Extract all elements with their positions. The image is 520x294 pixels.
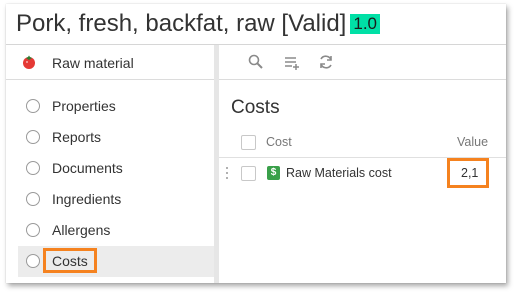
radio-icon xyxy=(26,130,40,144)
section-title: Costs xyxy=(231,97,280,118)
column-header-cost[interactable]: Cost xyxy=(266,135,292,149)
radio-icon xyxy=(26,254,40,268)
column-header-value[interactable]: Value xyxy=(457,135,488,149)
app-window: Pork, fresh, backfat, raw [Valid] 1.0 Raw… xyxy=(6,4,506,283)
add-list-icon[interactable] xyxy=(283,53,301,71)
sidebar-item-label: Ingredients xyxy=(52,191,122,207)
search-icon[interactable] xyxy=(247,53,265,71)
sidebar-item-label: Reports xyxy=(52,129,102,145)
title-bar: Pork, fresh, backfat, raw [Valid] 1.0 xyxy=(6,4,506,45)
sidebar-item-documents[interactable]: Documents xyxy=(18,153,214,184)
row-checkbox[interactable] xyxy=(241,166,256,181)
table-header: Cost Value xyxy=(219,129,506,158)
main-panel: Costs Cost Value $ Raw Materials cost 2,… xyxy=(219,45,506,283)
refresh-icon[interactable] xyxy=(317,53,335,71)
cost-value: 2,1 xyxy=(461,166,479,180)
sidebar-item-label: Allergens xyxy=(52,222,111,238)
sidebar-header-label: Raw material xyxy=(52,55,134,71)
tomato-icon xyxy=(23,55,35,69)
sidebar-item-costs[interactable]: Costs xyxy=(18,246,214,277)
radio-icon xyxy=(26,192,40,206)
radio-icon xyxy=(26,161,40,175)
sidebar: Raw material Properties Reports Document… xyxy=(6,45,214,283)
sidebar-item-label: Properties xyxy=(52,98,116,114)
cost-name: Raw Materials cost xyxy=(286,166,392,180)
sidebar-item-reports[interactable]: Reports xyxy=(18,122,214,153)
table-row[interactable]: $ Raw Materials cost 2,1 xyxy=(219,158,506,188)
radio-icon xyxy=(26,223,40,237)
toolbar xyxy=(219,45,506,80)
drag-handle-icon[interactable] xyxy=(225,166,229,180)
sidebar-item-ingredients[interactable]: Ingredients xyxy=(18,184,214,215)
sidebar-item-label: Documents xyxy=(52,160,123,176)
sidebar-item-label: Costs xyxy=(52,253,88,269)
sidebar-header: Raw material xyxy=(6,45,214,80)
radio-icon xyxy=(26,99,40,113)
page-title: Pork, fresh, backfat, raw [Valid] 1.0 xyxy=(16,10,380,38)
select-all-checkbox[interactable] xyxy=(241,135,256,150)
cost-value-cell[interactable]: 2,1 xyxy=(447,158,489,188)
title-text: Pork, fresh, backfat, raw [Valid] xyxy=(16,10,347,37)
version-badge: 1.0 xyxy=(350,14,380,34)
sidebar-item-allergens[interactable]: Allergens xyxy=(18,215,214,246)
sidebar-item-properties[interactable]: Properties xyxy=(18,91,214,122)
dollar-icon: $ xyxy=(267,166,280,180)
